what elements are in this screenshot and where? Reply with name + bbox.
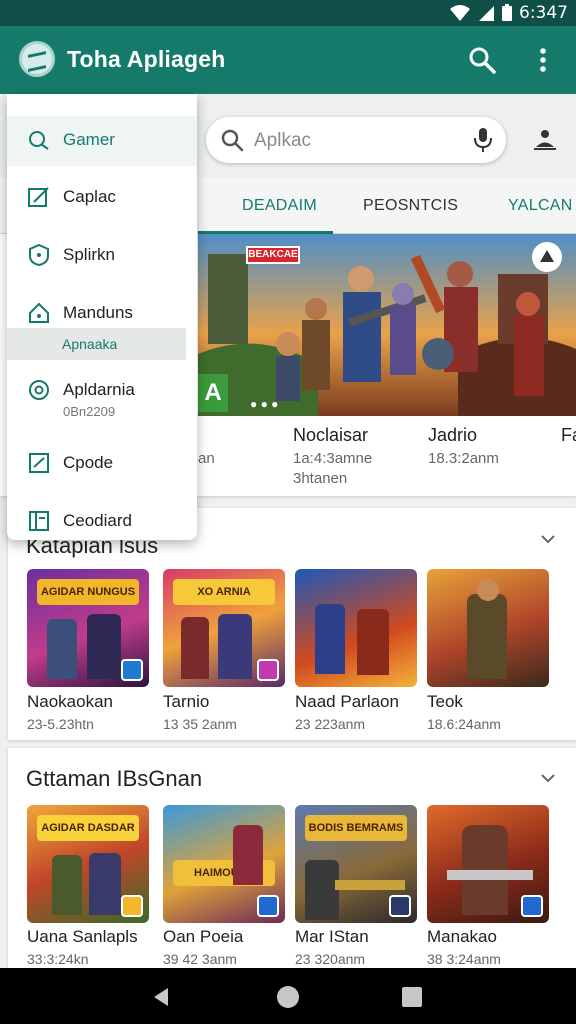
game-art: BODIS BEMRAMS — [295, 805, 417, 923]
tile-name: Mar IStan — [295, 927, 369, 946]
tile-meta: 13 35 2anm — [163, 716, 237, 732]
store-badge-icon — [121, 659, 143, 681]
art-banner: XO ARNIA — [173, 579, 275, 605]
game-art: XO ARNIA — [163, 569, 285, 687]
game-art: AGIDAR DASDAR — [27, 805, 149, 923]
featured-item-name[interactable]: Fa — [561, 425, 576, 446]
wifi-icon — [450, 5, 470, 21]
tile-name: Manakao — [427, 927, 497, 946]
search-field-icon — [221, 129, 244, 152]
search-placeholder: Aplkac — [254, 130, 312, 151]
favorite-icon[interactable] — [532, 242, 562, 272]
tile-meta: 23 320anm — [295, 951, 366, 967]
tile-name: Teok — [427, 692, 463, 711]
tile-meta: 39 42 3anm — [163, 951, 237, 967]
book-icon — [29, 511, 49, 531]
hero-badge: BEAKCAE — [246, 246, 300, 264]
game-art — [295, 569, 417, 687]
art-banner: AGIDAR NUNGUS — [37, 579, 139, 605]
store-badge-icon — [389, 895, 411, 917]
system-nav-bar — [0, 968, 576, 1024]
tile-name: Tarnio — [163, 692, 210, 711]
store-badge-icon — [121, 895, 143, 917]
featured-item-meta: 1a:4:3amne — [293, 450, 373, 467]
signal-icon — [479, 6, 494, 21]
status-time: 6:347 — [519, 3, 568, 23]
chevron-down-icon[interactable] — [540, 531, 556, 547]
game-art — [427, 805, 549, 923]
drawer-item-meta: 0Bn2209 — [63, 404, 116, 419]
search-input[interactable]: Aplkac — [206, 117, 506, 163]
shield-icon — [29, 243, 49, 267]
tile-meta: 23-5.23htn — [27, 716, 94, 732]
status-bar: 6:347 — [0, 0, 576, 26]
home-icon — [29, 302, 49, 323]
home-button-icon[interactable] — [277, 986, 299, 1008]
app-title: Toha Apliageh — [67, 46, 226, 72]
drawer-item-gamer[interactable]: Gamer — [7, 116, 197, 166]
account-icon[interactable] — [532, 127, 558, 151]
app-bar: Toha Apliageh — [0, 26, 576, 94]
tile-meta: 23 223anm — [295, 716, 366, 732]
tab-deadaim[interactable]: DEADAIM — [242, 197, 317, 215]
drawer-subitem[interactable]: Apnaaka — [7, 328, 186, 360]
drawer-item-label: Ceodiard — [63, 511, 132, 530]
drawer-item-label: Gamer — [63, 130, 115, 149]
drawer-item-ceodiard[interactable]: Ceodiard — [7, 497, 197, 547]
featured-banner[interactable]: BEAKCAE A ● ● ● — [198, 234, 576, 416]
mic-icon[interactable] — [472, 127, 494, 153]
rating-badge: A — [198, 374, 228, 412]
more-vert-icon[interactable] — [532, 45, 554, 75]
tab-peosntcis[interactable]: PEOSNTCIS — [363, 197, 458, 215]
game-art — [427, 569, 549, 687]
art-banner: BODIS BEMRAMS — [305, 815, 407, 841]
carousel-dots: ● ● ● — [250, 397, 279, 411]
art-banner: AGIDAR DASDAR — [37, 815, 139, 841]
drawer-item-label: Apldarnia — [63, 380, 135, 399]
featured-left-meta: an — [198, 450, 215, 467]
tile-meta: 38 3:24anm — [427, 951, 501, 967]
drawer-item-caplac[interactable]: Caplac — [7, 173, 197, 223]
at-sign-icon — [29, 380, 49, 400]
tile-name: Uana Sanlapls — [27, 927, 138, 946]
store-badge-icon — [257, 659, 279, 681]
tab-yalcan[interactable]: YALCAN — [508, 197, 573, 215]
app-logo-icon[interactable] — [19, 41, 55, 77]
chevron-down-icon[interactable] — [540, 770, 556, 786]
recents-icon[interactable] — [402, 987, 422, 1007]
tile-name: Naokaokan — [27, 692, 114, 711]
status-icons: 6:347 — [449, 3, 568, 23]
section-gttaman: Gttaman IBsGnan AGIDAR DASDAR Uana Sanla… — [8, 748, 576, 968]
gamepad-icon — [29, 131, 49, 150]
drawer-item-label: Cpode — [63, 453, 114, 472]
search-icon[interactable] — [467, 45, 497, 75]
edit-icon — [28, 187, 49, 207]
drawer-item-label: Caplac — [63, 187, 116, 206]
featured-item-name[interactable]: Noclaisar — [293, 425, 368, 446]
store-badge-icon — [521, 895, 543, 917]
game-art: HAIMOURS — [163, 805, 285, 923]
drawer-item-label: Splirkn — [63, 245, 115, 264]
tile-meta: 18.6:24anm — [427, 716, 501, 732]
featured-item-meta: 18.3:2anm — [428, 450, 499, 467]
drawer-subitem-label: Apnaaka — [62, 336, 118, 352]
tile-name: Naad Parlaon — [295, 692, 399, 711]
back-icon[interactable] — [150, 986, 172, 1008]
drawer-item-cpode[interactable]: Cpode — [7, 439, 197, 489]
navigation-drawer: Gamer Caplac Splirkn Manduns Apnaaka Apl… — [7, 94, 197, 540]
tile-name: Oan Poeia — [163, 927, 244, 946]
chart-icon — [29, 453, 49, 473]
drawer-item-splirkn[interactable]: Splirkn — [7, 231, 197, 281]
featured-item-meta-2: 3htanen — [293, 470, 348, 487]
drawer-item-label: Manduns — [63, 303, 133, 322]
store-badge-icon — [257, 895, 279, 917]
battery-icon — [502, 4, 512, 21]
game-art: AGIDAR NUNGUS — [27, 569, 149, 687]
featured-item-name[interactable]: Jadrio — [428, 425, 477, 446]
tile-meta: 33:3:24kn — [27, 951, 89, 967]
section-title: Gttaman IBsGnan — [26, 766, 203, 791]
